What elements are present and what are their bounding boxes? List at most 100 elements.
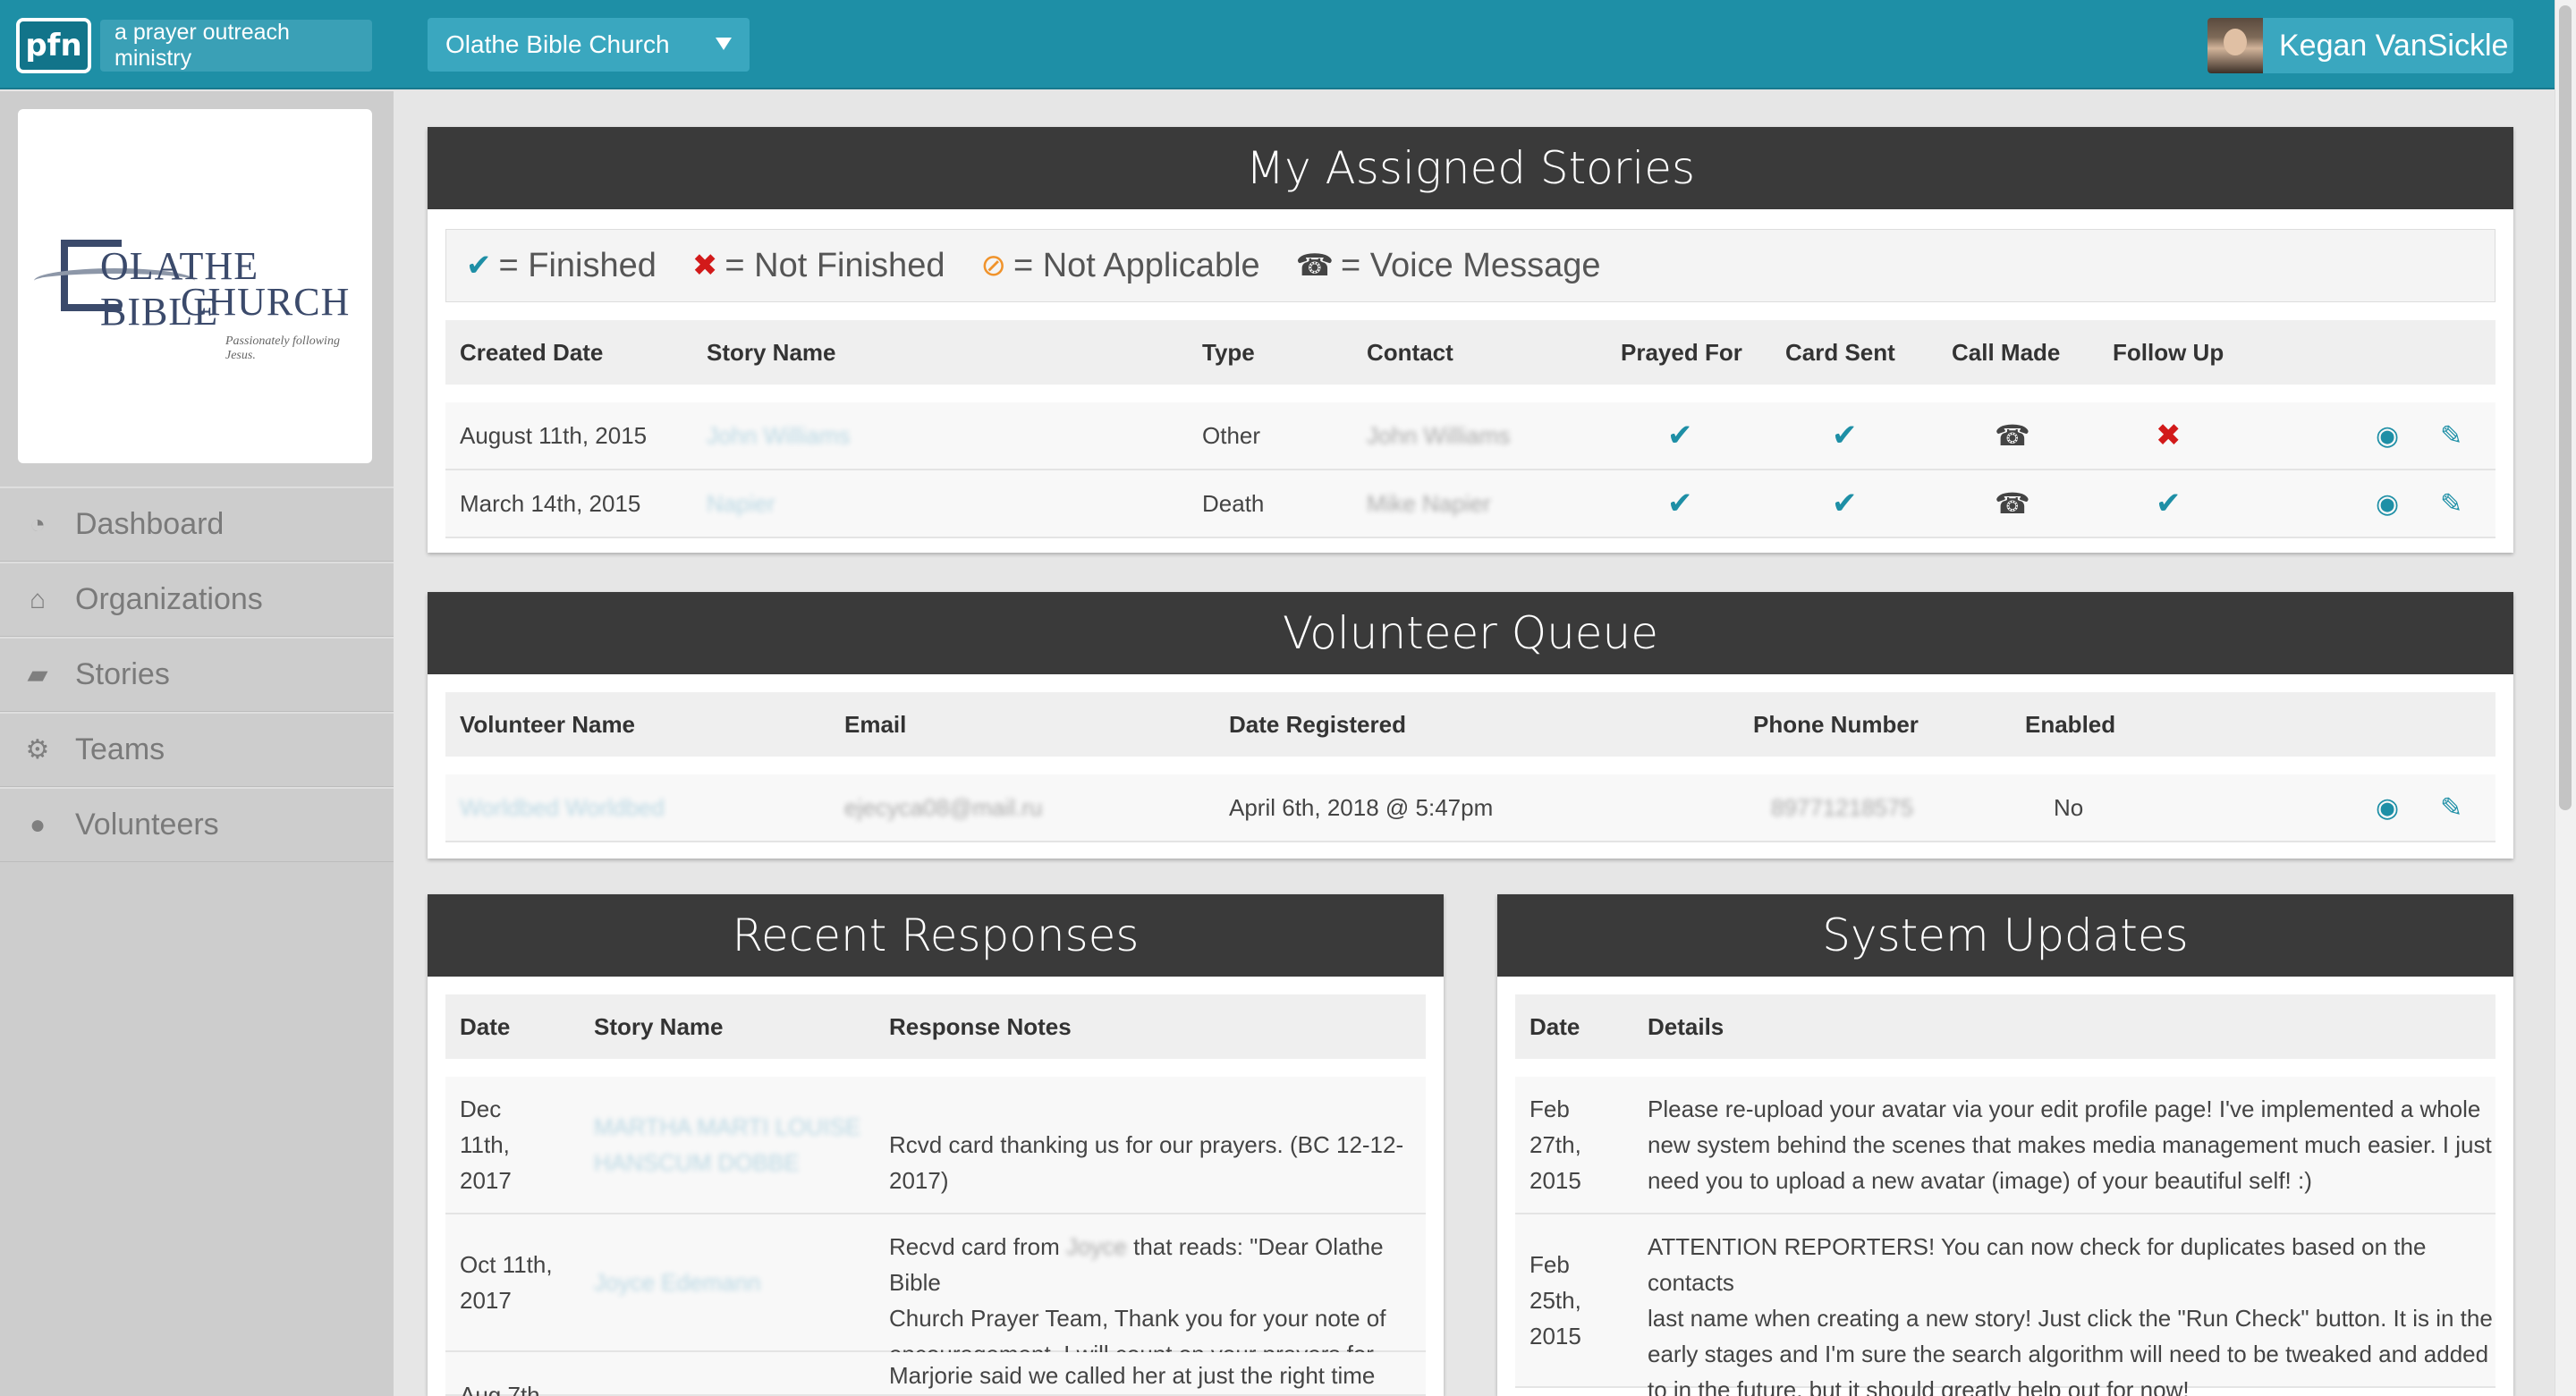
col-enabled[interactable]: Enabled (2025, 711, 2115, 739)
voicemail-icon: ☎ (1295, 249, 1335, 283)
table-header: Created Date Story Name Type Contact Pra… (445, 320, 2496, 385)
tagline: a prayer outreach ministry (100, 20, 372, 72)
phone-number: 89771218575 (1771, 793, 1914, 821)
response-date: Oct 11th, 2017 (460, 1251, 553, 1314)
panel-title: Volunteer Queue (428, 592, 2513, 674)
response-notes: Marjorie said we called her at just the … (889, 1362, 1376, 1389)
check-icon: ✔ (1667, 419, 1693, 453)
sidebar-item-label: Dashboard (75, 507, 225, 541)
scrollbar-thumb[interactable] (2559, 5, 2572, 810)
contact-name: Mike Napier (1367, 489, 1491, 517)
contact-name: John Williams (1367, 421, 1511, 449)
chevron-down-icon (716, 38, 732, 50)
scrollbar[interactable] (2555, 0, 2576, 1396)
dashboard-icon: ◔ (29, 509, 47, 539)
col-created-date[interactable]: Created Date (460, 339, 603, 367)
sidebar-item-label: Volunteers (75, 808, 219, 842)
pfn-logo[interactable]: pfn (16, 18, 91, 73)
table-row: Feb 27th, 2015 Please re-upload your ava… (1515, 1077, 2496, 1214)
story-link[interactable]: Napier (707, 490, 775, 518)
organization-select[interactable]: Olathe Bible Church (428, 18, 750, 72)
sidebar-item-teams[interactable]: ⚙ Teams (0, 712, 394, 787)
col-story-name[interactable]: Story Name (707, 339, 836, 367)
update-details: ATTENTION REPORTERS! You can now check f… (1648, 1233, 2493, 1396)
story-type: Other (1202, 421, 1261, 449)
table-row: March 14th, 2015 Napier Death Mike Napie… (445, 470, 2496, 538)
table-row: August 11th, 2015 John Williams Other Jo… (445, 402, 2496, 470)
recent-responses-panel: Recent Responses Date Story Name Respons… (428, 894, 1444, 1396)
close-icon: ✖ (691, 249, 718, 283)
eye-icon[interactable]: ◉ (2376, 792, 2399, 824)
status-legend: ✔ = Finished ✖ = Not Finished ⊘ = Not Appli… (445, 229, 2496, 302)
story-link[interactable]: MARTHA MARTI LOUISE HANSCUM DOBBE (594, 1109, 860, 1180)
volunteer-link[interactable]: Worldbed Worldbed (460, 794, 665, 822)
panel-title: My Assigned Stories (428, 127, 2513, 209)
organization-select-value: Olathe Bible Church (445, 30, 670, 58)
panel-title: System Updates (1497, 894, 2513, 977)
top-bar: pfn a prayer outreach ministry Olathe Bi… (0, 0, 2555, 89)
col-details[interactable]: Details (1648, 1013, 1724, 1041)
sidebar: OLATHE BIBLE CHURCH Passionately followi… (0, 91, 394, 1396)
volunteer-email: ejecyca08@mail.ru (844, 793, 1043, 821)
col-date[interactable]: Date (1530, 1013, 1580, 1041)
table-header: Volunteer Name Email Date Registered Pho… (445, 692, 2496, 757)
col-date[interactable]: Date (460, 1013, 510, 1041)
col-email[interactable]: Email (844, 711, 906, 739)
story-link[interactable]: Joyce Edemann (594, 1265, 760, 1300)
col-phone-number[interactable]: Phone Number (1753, 711, 1919, 739)
eye-icon[interactable]: ◉ (2376, 488, 2399, 520)
panel-title: Recent Responses (428, 894, 1444, 977)
volunteer-queue-panel: Volunteer Queue Volunteer Name Email Dat… (428, 592, 2513, 859)
col-prayed-for[interactable]: Prayed For (1621, 339, 1742, 367)
user-menu-button[interactable]: Kegan VanSickle (2207, 18, 2513, 73)
table-row: Worldbed Worldbed ejecyca08@mail.ru Apri… (445, 774, 2496, 842)
sidebar-item-label: Teams (75, 732, 165, 766)
voicemail-icon: ☎ (1995, 419, 2030, 452)
update-date: Feb 27th, 2015 (1530, 1096, 1581, 1194)
response-notes: Rcvd card thanking us for our prayers. (… (889, 1131, 1404, 1194)
col-type[interactable]: Type (1202, 339, 1255, 367)
logo-motto: Passionately following Jesus. (225, 334, 340, 362)
created-date: August 11th, 2015 (460, 421, 648, 449)
story-link[interactable]: John Williams (707, 422, 850, 450)
pencil-icon[interactable]: ✎ (2440, 420, 2462, 452)
col-story-name[interactable]: Story Name (594, 1013, 724, 1041)
avatar (2207, 18, 2263, 73)
col-card-sent[interactable]: Card Sent (1785, 339, 1895, 367)
sidebar-item-volunteers[interactable]: ● Volunteers (0, 787, 394, 862)
table-row: Oct 11th, 2017 Joyce Edemann Recvd card … (445, 1214, 1426, 1367)
update-date: Feb 25th, 2015 (1530, 1251, 1581, 1349)
system-updates-panel: System Updates Date Details Feb 27th, 20… (1497, 894, 2513, 1396)
sidebar-item-dashboard[interactable]: ◔ Dashboard (0, 486, 394, 562)
created-date: March 14th, 2015 (460, 489, 641, 517)
col-volunteer-name[interactable]: Volunteer Name (460, 711, 635, 739)
check-icon: ✔ (466, 249, 492, 283)
response-date: Dec 11th, 2017 (460, 1096, 512, 1194)
col-response-notes[interactable]: Response Notes (889, 1013, 1072, 1041)
check-icon: ✔ (2156, 486, 2182, 520)
user-name: Kegan VanSickle (2279, 28, 2509, 63)
eye-icon[interactable]: ◉ (2376, 420, 2399, 452)
legend-finished: = Finished (498, 246, 657, 284)
users-icon: ● (29, 809, 47, 840)
story-type: Death (1202, 489, 1265, 517)
col-contact[interactable]: Contact (1367, 339, 1453, 367)
col-call-made[interactable]: Call Made (1952, 339, 2060, 367)
logo-line2: CHURCH (181, 280, 351, 324)
col-follow-up[interactable]: Follow Up (2113, 339, 2224, 367)
sidebar-item-label: Organizations (75, 582, 263, 616)
ban-icon: ⊘ (980, 249, 1006, 283)
check-icon: ✔ (1832, 486, 1858, 520)
pencil-icon[interactable]: ✎ (2440, 488, 2462, 520)
col-date-registered[interactable]: Date Registered (1229, 711, 1406, 739)
gears-icon: ⚙ (25, 735, 50, 765)
sidebar-item-stories[interactable]: ▰ Stories (0, 637, 394, 712)
table-row: Feb 25th, 2015 ATTENTION REPORTERS! You … (1515, 1214, 2496, 1396)
date-registered: April 6th, 2018 @ 5:47pm (1229, 793, 1494, 821)
table-row: Aug 7th, Marjorie said we called her at … (445, 1352, 1426, 1396)
table-row: Dec 11th, 2017 MARTHA MARTI LOUISE HANSC… (445, 1077, 1426, 1214)
check-icon: ✔ (1832, 419, 1858, 453)
pencil-icon[interactable]: ✎ (2440, 792, 2462, 824)
sidebar-item-organizations[interactable]: ⌂ Organizations (0, 562, 394, 637)
response-notes: Recvd card from Joyce that reads: "Dear … (889, 1233, 1392, 1367)
